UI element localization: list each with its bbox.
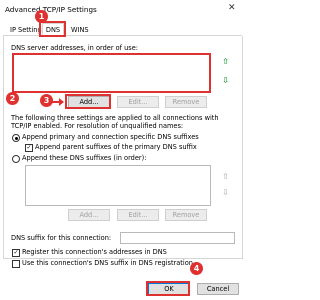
- highlight-dns-tab: [39, 21, 66, 37]
- tab-wins[interactable]: WINS: [71, 25, 89, 35]
- register-addresses-checkbox[interactable]: ✓: [12, 249, 20, 257]
- suffix-move-down-icon[interactable]: ⇩: [221, 188, 230, 197]
- suffix-move-up-icon[interactable]: ⇧: [221, 172, 230, 181]
- dns-suffix-label: DNS suffix for this connection:: [11, 234, 112, 242]
- cancel-button[interactable]: Cancel: [197, 283, 239, 295]
- suffix-remove-button[interactable]: Remove: [165, 209, 207, 221]
- register-addresses-label: Register this connection's addresses in …: [22, 248, 167, 256]
- close-icon[interactable]: ✕: [228, 3, 236, 13]
- append-these-radio[interactable]: [12, 155, 20, 163]
- step-4-badge: 4: [190, 262, 203, 275]
- move-down-icon[interactable]: ⇩: [221, 76, 230, 85]
- use-suffix-label: Use this connection's DNS suffix in DNS …: [22, 259, 193, 267]
- dns-suffix-input[interactable]: [120, 232, 235, 244]
- step-1-badge: 1: [35, 10, 48, 23]
- append-parent-checkbox[interactable]: ✓: [25, 144, 33, 152]
- dns-server-edit-button[interactable]: Edit...: [117, 96, 159, 108]
- advanced-tcpip-settings-dialog: Advanced TCP/IP Settings ✕ IP Settings D…: [0, 0, 246, 300]
- append-these-label: Append these DNS suffixes (in order):: [22, 154, 147, 162]
- move-up-icon[interactable]: ⇧: [221, 57, 230, 66]
- append-primary-label: Append primary and connection specific D…: [22, 133, 199, 141]
- highlight-ok-button: [146, 281, 190, 296]
- use-suffix-checkbox[interactable]: [12, 260, 20, 268]
- window-title: Advanced TCP/IP Settings: [5, 5, 97, 14]
- append-parent-label: Append parent suffixes of the primary DN…: [35, 143, 197, 151]
- resolution-description: The following three settings are applied…: [11, 114, 219, 130]
- step-2-badge: 2: [6, 92, 19, 105]
- dns-suffix-list[interactable]: [25, 165, 211, 206]
- suffix-edit-button[interactable]: Edit...: [117, 209, 159, 221]
- highlight-dns-list: [12, 53, 211, 93]
- highlight-add-button: [65, 94, 111, 109]
- step-3-badge: 3: [40, 94, 53, 107]
- dns-servers-label: DNS server addresses, in order of use:: [11, 44, 138, 52]
- append-primary-radio[interactable]: [12, 134, 20, 142]
- suffix-add-button[interactable]: Add...: [68, 209, 110, 221]
- dns-server-remove-button[interactable]: Remove: [165, 96, 207, 108]
